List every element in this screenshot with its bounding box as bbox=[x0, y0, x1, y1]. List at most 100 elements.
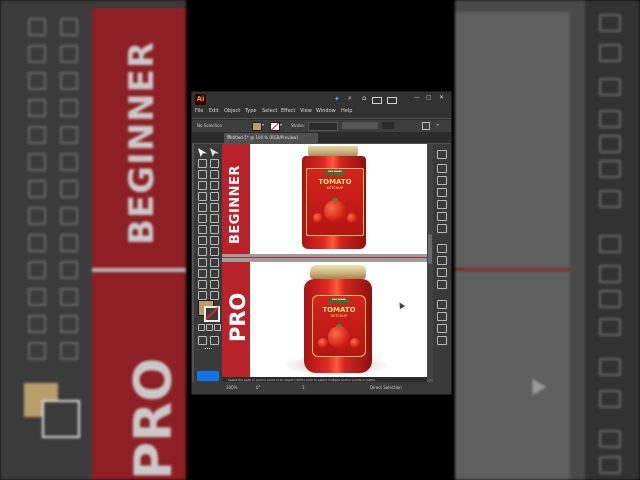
eraser-tool-icon[interactable] bbox=[210, 203, 219, 212]
bg-freetransform-icon bbox=[60, 207, 78, 225]
gradient-tool-icon[interactable] bbox=[210, 247, 219, 256]
bg-panel-icon bbox=[599, 44, 621, 62]
brushes-panel-icon[interactable] bbox=[437, 200, 447, 209]
free-transform-icon[interactable] bbox=[210, 225, 219, 234]
properties-panel-icon[interactable] bbox=[437, 150, 447, 159]
color-mode-icon[interactable] bbox=[198, 324, 205, 331]
fill-color-swatch[interactable] bbox=[252, 122, 262, 131]
curvature-tool-icon[interactable] bbox=[210, 170, 219, 179]
bg-curvature-icon bbox=[60, 72, 78, 90]
stroke-weight-input[interactable] bbox=[308, 122, 338, 131]
document-tab-close[interactable]: × bbox=[227, 134, 314, 140]
panel-menu-icon[interactable]: ≡ bbox=[436, 122, 439, 127]
menu-file[interactable]: File bbox=[195, 108, 203, 114]
shape-builder-icon[interactable] bbox=[198, 236, 207, 245]
bg-beginner-label: BEGINNER bbox=[122, 40, 162, 245]
artboard-pro[interactable]: PRO NEW BRAND TOMATO KETCHUP bbox=[222, 262, 427, 379]
menu-type[interactable]: Type bbox=[245, 108, 256, 114]
home-icon[interactable]: ⌂ bbox=[362, 94, 366, 102]
variable-width-dropdown[interactable] bbox=[342, 122, 378, 129]
align-panel-icon[interactable] bbox=[437, 300, 447, 309]
arrange-icon[interactable] bbox=[422, 122, 430, 130]
transform-panel-icon[interactable] bbox=[437, 324, 447, 333]
artboards-panel-icon[interactable] bbox=[437, 336, 447, 345]
eyedropper-tool-icon[interactable] bbox=[198, 258, 207, 267]
symbol-sprayer-icon[interactable] bbox=[198, 269, 207, 278]
symbols-panel-icon[interactable] bbox=[437, 212, 447, 221]
lasso-icon[interactable] bbox=[210, 159, 219, 168]
more-tools-icon[interactable] bbox=[204, 348, 212, 353]
pathfinder-panel-icon[interactable] bbox=[437, 312, 447, 321]
edit-toolbar-button[interactable] bbox=[197, 371, 219, 381]
swatches-panel-icon[interactable] bbox=[437, 188, 447, 197]
search-icon[interactable]: ⌕ bbox=[348, 94, 352, 103]
selection-tool-icon[interactable] bbox=[198, 148, 207, 157]
appearance-panel-icon[interactable] bbox=[437, 280, 447, 289]
maximize-button[interactable]: ▢ bbox=[426, 94, 432, 101]
right-panel-dock bbox=[433, 144, 451, 382]
rotation-level[interactable]: 0° bbox=[256, 385, 261, 390]
menu-effect[interactable]: Effect bbox=[281, 108, 295, 114]
menu-select[interactable]: Select bbox=[262, 108, 277, 114]
bg-panel-icon bbox=[599, 78, 621, 96]
line-tool-icon[interactable] bbox=[210, 181, 219, 190]
beginner-jar[interactable]: NEW BRAND TOMATO KETCHUP bbox=[298, 146, 370, 250]
zoom-level[interactable]: 100% bbox=[226, 385, 237, 390]
transparency-panel-icon[interactable] bbox=[437, 268, 447, 277]
close-button[interactable]: ✕ bbox=[439, 94, 444, 101]
scrollbar-thumb[interactable] bbox=[428, 234, 432, 264]
bg-artboard-icon bbox=[60, 315, 78, 333]
opacity-input[interactable] bbox=[382, 122, 394, 129]
zoom-tool-icon[interactable] bbox=[210, 291, 219, 300]
rotate-tool-icon[interactable] bbox=[198, 214, 207, 223]
menu-help[interactable]: Help bbox=[341, 108, 352, 114]
document-tab[interactable]: Untitled-1* @ 100 % (RGB/Preview) × bbox=[224, 133, 318, 143]
graph-tool-icon[interactable] bbox=[210, 269, 219, 278]
shaper-tool-icon[interactable] bbox=[198, 203, 207, 212]
stroke-panel-icon[interactable] bbox=[437, 244, 447, 253]
perspective-grid-icon[interactable] bbox=[210, 236, 219, 245]
direct-selection-tool-icon[interactable] bbox=[210, 148, 219, 157]
gradient-mode-icon[interactable] bbox=[206, 324, 213, 331]
stroke-color-swatch[interactable] bbox=[270, 122, 280, 131]
pen-tool-icon[interactable] bbox=[198, 170, 207, 179]
stroke-dropdown-icon[interactable]: ▾ bbox=[280, 122, 282, 127]
bg-eyedropper-icon bbox=[28, 288, 46, 306]
width-tool-icon[interactable] bbox=[198, 225, 207, 234]
menu-edit[interactable]: Edit bbox=[209, 108, 219, 114]
gradient-panel-icon[interactable] bbox=[437, 256, 447, 265]
menu-object[interactable]: Object bbox=[224, 108, 240, 114]
fill-dropdown-icon[interactable]: ▾ bbox=[262, 122, 264, 127]
libraries-panel-icon[interactable] bbox=[437, 176, 447, 185]
artboard-tool-icon[interactable] bbox=[198, 280, 207, 289]
artboard-number[interactable]: 1 bbox=[302, 385, 305, 390]
blend-tool-icon[interactable] bbox=[210, 258, 219, 267]
menu-window[interactable]: Window bbox=[316, 108, 336, 114]
menu-view[interactable]: View bbox=[300, 108, 312, 114]
hand-tool-icon[interactable] bbox=[198, 291, 207, 300]
share-icon[interactable]: ✦ bbox=[334, 95, 340, 103]
mesh-tool-icon[interactable] bbox=[198, 247, 207, 256]
paintbrush-tool-icon[interactable] bbox=[210, 192, 219, 201]
workspace-switcher-icon[interactable] bbox=[387, 97, 397, 104]
scale-tool-icon[interactable] bbox=[210, 214, 219, 223]
app-logo: Ai bbox=[195, 94, 206, 105]
minimize-button[interactable]: — bbox=[414, 94, 420, 101]
artboard-beginner[interactable]: BEGINNER NEW BRAND TOMATO KETCHUP bbox=[222, 144, 427, 254]
type-tool-icon[interactable] bbox=[198, 181, 207, 190]
graphic-styles-icon[interactable] bbox=[437, 224, 447, 233]
stroke-swatch[interactable] bbox=[204, 306, 220, 322]
bg-stroke-swatch bbox=[42, 400, 80, 438]
rectangle-tool-icon[interactable] bbox=[198, 192, 207, 201]
arrange-docs-icon[interactable] bbox=[372, 97, 382, 104]
screen-mode-icon[interactable] bbox=[210, 336, 219, 345]
pro-jar[interactable]: NEW BRAND TOMATO KETCHUP bbox=[302, 265, 374, 375]
none-mode-icon[interactable] bbox=[214, 324, 221, 331]
layers-panel-icon[interactable] bbox=[437, 164, 447, 173]
canvas[interactable]: BEGINNER NEW BRAND TOMATO KETCHUP PRO NE… bbox=[222, 144, 427, 379]
magic-wand-icon[interactable] bbox=[198, 159, 207, 168]
draw-mode-icon[interactable] bbox=[198, 336, 207, 345]
tomato-illustration bbox=[324, 200, 346, 222]
bg-panel-icon bbox=[599, 110, 621, 128]
slice-tool-icon[interactable] bbox=[210, 280, 219, 289]
